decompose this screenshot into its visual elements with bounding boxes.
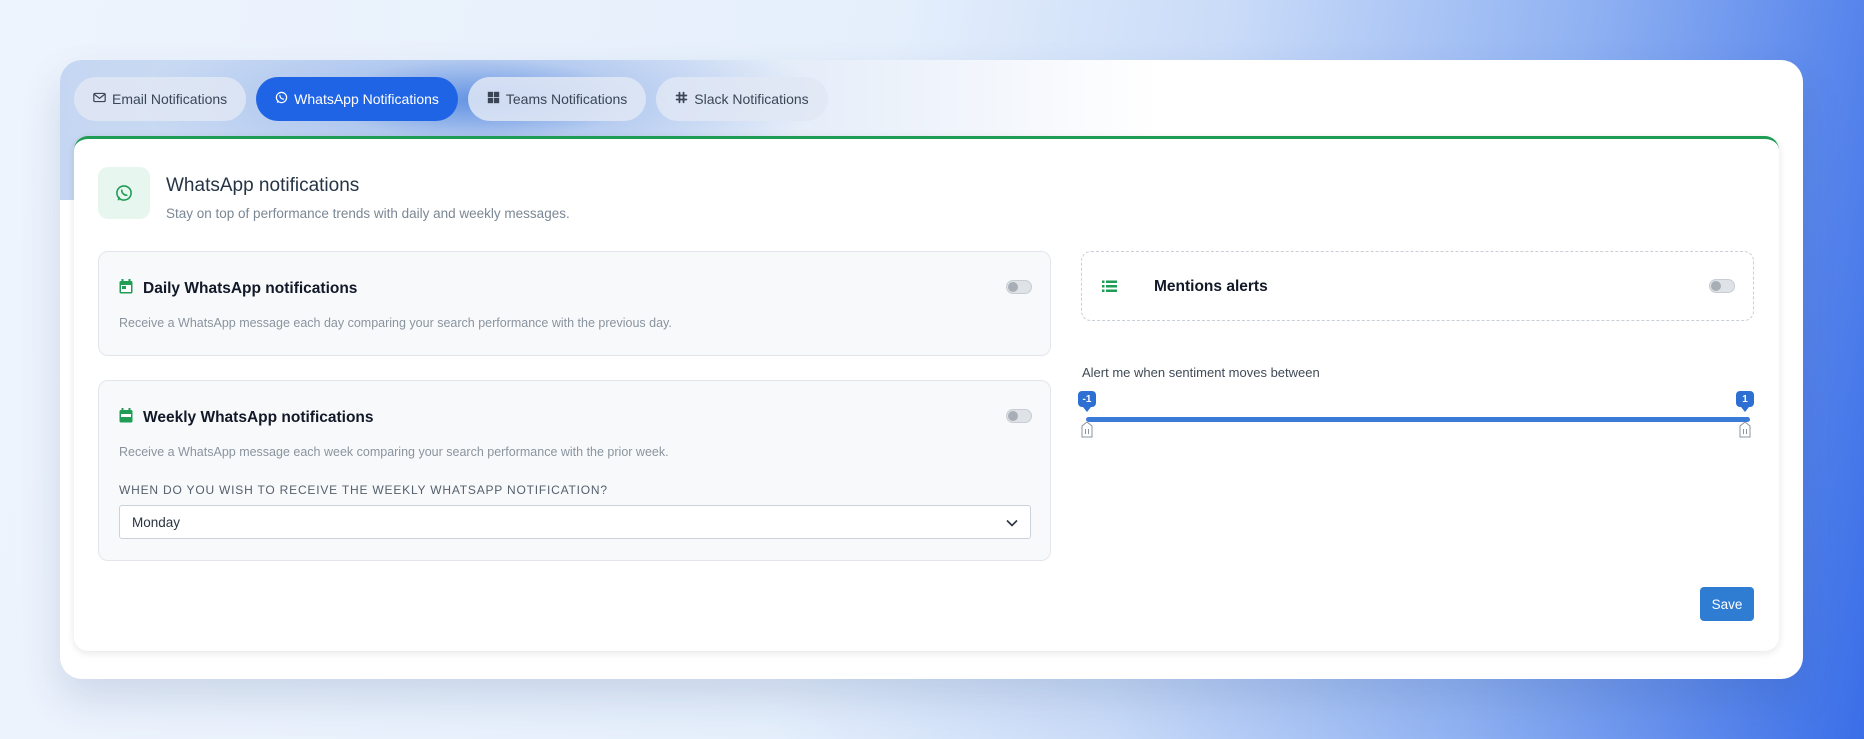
weekly-day-value: Monday <box>132 514 181 530</box>
list-icon <box>1102 280 1117 298</box>
weekly-toggle[interactable] <box>1006 409 1032 423</box>
weekly-notification-card: Weekly WhatsApp notifications Receive a … <box>98 380 1051 561</box>
notification-tabs: Email Notifications WhatsApp Notificatio… <box>74 77 828 121</box>
mentions-toggle[interactable] <box>1709 279 1735 293</box>
tab-label: WhatsApp Notifications <box>294 91 439 107</box>
envelope-icon <box>93 91 106 107</box>
tab-slack-notifications[interactable]: Slack Notifications <box>656 77 828 121</box>
calendar-week-icon <box>119 408 133 428</box>
tab-label: Teams Notifications <box>505 91 628 107</box>
slider-max-handle[interactable] <box>1739 421 1751 438</box>
weekly-day-label: When do you wish to receive the weekly W… <box>119 483 608 497</box>
weekly-card-title: Weekly WhatsApp notifications <box>119 408 374 428</box>
settings-window: Email Notifications WhatsApp Notificatio… <box>60 60 1803 679</box>
page-subtitle: Stay on top of performance trends with d… <box>166 206 570 221</box>
whatsapp-icon <box>98 167 150 219</box>
mentions-alerts-card: Mentions alerts <box>1081 251 1754 321</box>
tab-label: Email Notifications <box>112 91 228 107</box>
weekly-day-select[interactable]: Monday <box>119 505 1031 539</box>
tab-whatsapp-notifications[interactable]: WhatsApp Notifications <box>256 77 458 121</box>
tab-label: Slack Notifications <box>694 91 809 107</box>
tab-teams-notifications[interactable]: Teams Notifications <box>467 77 647 121</box>
save-button[interactable]: Save <box>1700 587 1754 621</box>
sentiment-slider-track[interactable] <box>1086 417 1750 422</box>
daily-title-text: Daily WhatsApp notifications <box>143 280 358 297</box>
page-title: WhatsApp notifications <box>166 175 360 196</box>
chevron-down-icon <box>1006 515 1018 530</box>
daily-toggle[interactable] <box>1006 280 1032 294</box>
slider-max-value: 1 <box>1736 391 1754 412</box>
daily-card-title: Daily WhatsApp notifications <box>119 279 357 299</box>
slider-min-value: -1 <box>1078 391 1096 412</box>
weekly-title-text: Weekly WhatsApp notifications <box>143 409 374 426</box>
slack-icon <box>675 91 688 107</box>
tab-email-notifications[interactable]: Email Notifications <box>74 77 247 121</box>
mentions-title: Mentions alerts <box>1154 278 1268 295</box>
whatsapp-settings-panel: WhatsApp notifications Stay on top of pe… <box>74 136 1779 651</box>
windows-grid-icon <box>487 91 500 107</box>
sentiment-slider-caption: Alert me when sentiment moves between <box>1082 365 1320 380</box>
whatsapp-icon <box>275 91 288 107</box>
weekly-description: Receive a WhatsApp message each week com… <box>119 445 669 459</box>
daily-description: Receive a WhatsApp message each day comp… <box>119 316 672 330</box>
slider-min-handle[interactable] <box>1081 421 1093 438</box>
daily-notification-card: Daily WhatsApp notifications Receive a W… <box>98 251 1051 356</box>
calendar-icon <box>119 279 133 299</box>
